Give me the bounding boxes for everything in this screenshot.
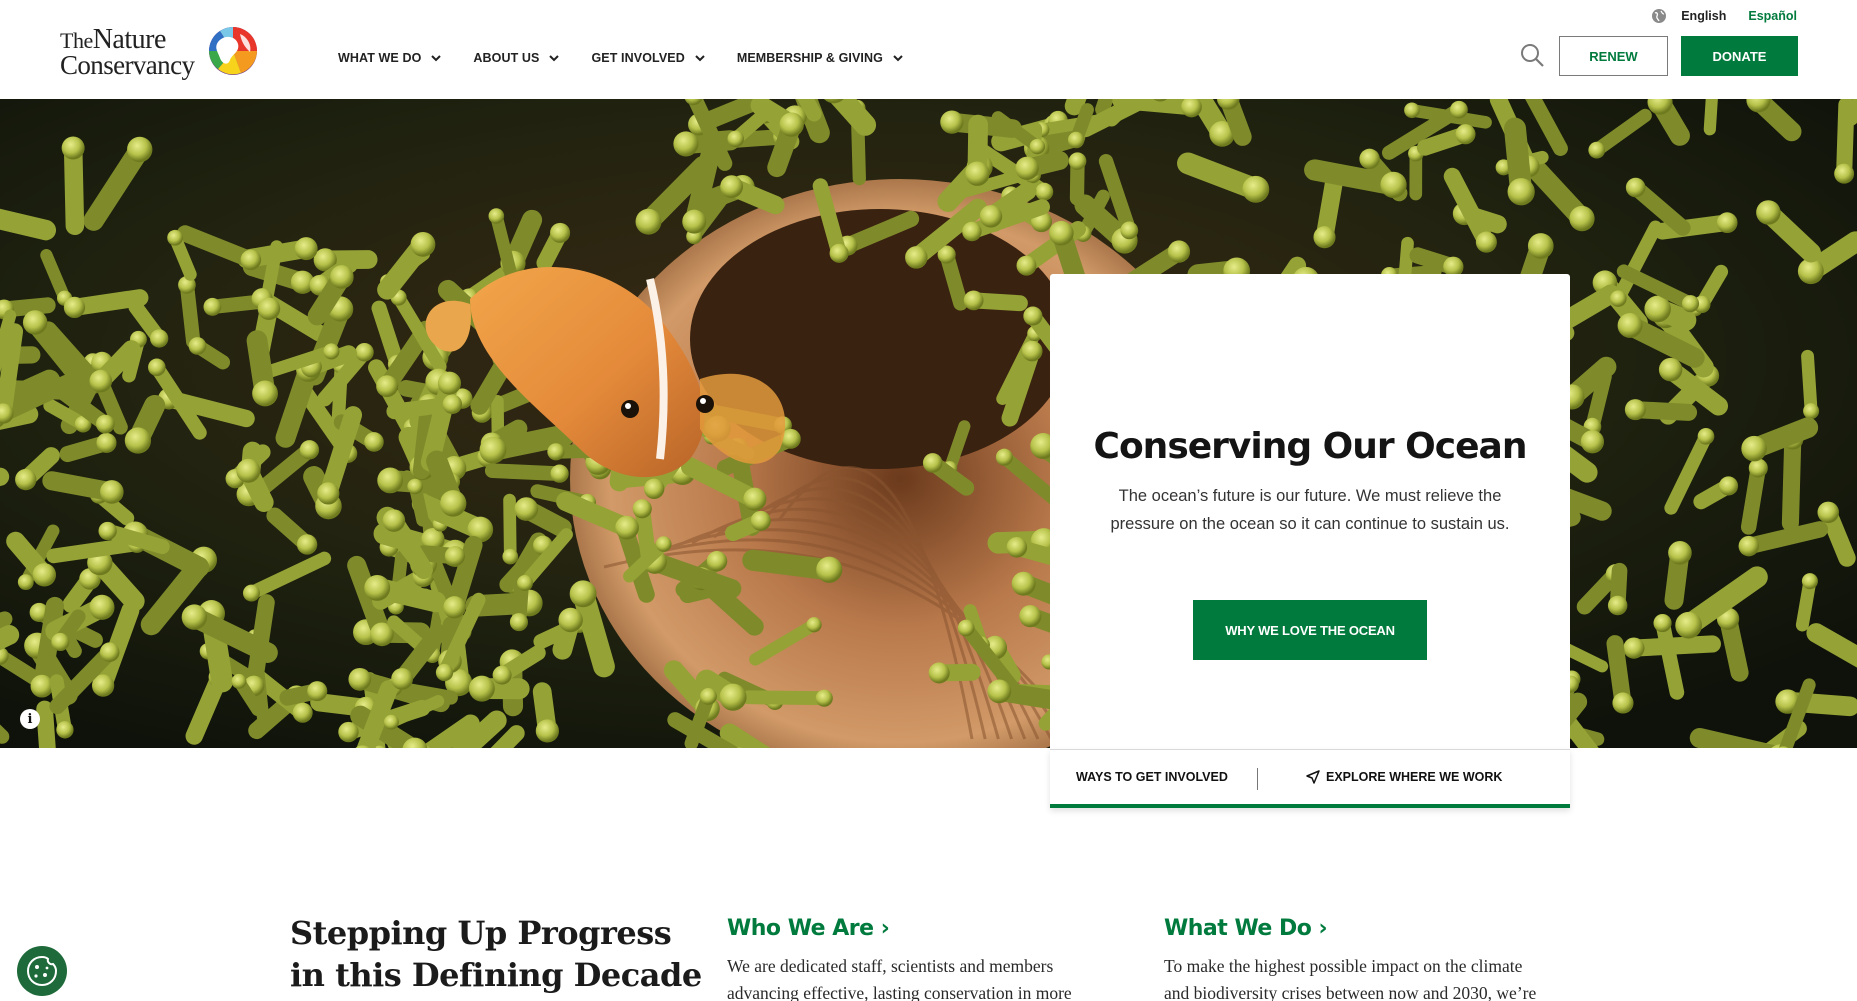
nav-what-we-do[interactable]: WHAT WE DO — [338, 48, 443, 68]
renew-button[interactable]: RENEW — [1559, 36, 1668, 76]
chevron-down-icon — [893, 55, 903, 62]
footer-divider — [1257, 768, 1258, 790]
main-nav: WHAT WE DO ABOUT US GET INVOLVED MEMBERS… — [338, 48, 935, 68]
nav-label: ABOUT US — [473, 51, 540, 65]
site-header: TheNature Conservancy WHAT WE DO ABOUT U… — [0, 0, 1857, 99]
what-we-do-column: What We Do › To make the highest possibl… — [1164, 916, 1584, 1001]
logo-conservancy: Conservancy — [60, 49, 195, 80]
who-we-are-text-line2: advancing effective, lasting conservatio… — [727, 983, 1072, 1001]
globe-icon — [1652, 9, 1667, 23]
what-we-do-text-line2: and biodiversity crises between now and … — [1164, 983, 1537, 1001]
cookie-icon — [26, 955, 58, 987]
nav-membership-giving[interactable]: MEMBERSHIP & GIVING — [737, 48, 905, 68]
explore-where-we-work-link[interactable]: EXPLORE WHERE WE WORK — [1306, 770, 1502, 784]
donate-button[interactable]: DONATE — [1681, 36, 1798, 76]
image-info-icon[interactable]: i — [20, 709, 40, 729]
what-we-do-link[interactable]: What We Do › — [1164, 916, 1584, 941]
language-english[interactable]: English — [1681, 9, 1726, 23]
why-we-love-ocean-button[interactable]: WHY WE LOVE THE OCEAN — [1193, 600, 1427, 660]
logo-globe-icon — [209, 27, 257, 75]
section-title: Stepping Up Progress in this Defining De… — [290, 912, 702, 996]
hero-card: Conserving Our Ocean The ocean’s future … — [1050, 274, 1570, 749]
chevron-down-icon — [695, 55, 705, 62]
hero-card-footer: WAYS TO GET INVOLVED EXPLORE WHERE WE WO… — [1050, 749, 1570, 808]
language-espanol[interactable]: Español — [1748, 9, 1797, 23]
nav-label: GET INVOLVED — [591, 51, 685, 65]
nav-about-us[interactable]: ABOUT US — [473, 48, 561, 68]
who-we-are-text-line1: We are dedicated staff, scientists and m… — [727, 956, 1054, 976]
section-title-line2: in this Defining Decade — [290, 956, 702, 994]
language-switcher: English Español — [1651, 8, 1797, 24]
what-we-do-text-line1: To make the highest possible impact on t… — [1164, 956, 1523, 976]
who-we-are-link[interactable]: Who We Are › — [727, 916, 1107, 941]
ways-to-get-involved-link[interactable]: WAYS TO GET INVOLVED — [1076, 770, 1228, 784]
site-logo[interactable]: TheNature Conservancy — [60, 22, 260, 82]
search-icon[interactable] — [1519, 42, 1545, 68]
hero-image — [0, 99, 1857, 748]
who-we-are-column: Who We Are › We are dedicated staff, sci… — [727, 916, 1107, 1001]
logo-wordmark: TheNature Conservancy — [60, 25, 195, 80]
nav-label: WHAT WE DO — [338, 51, 422, 65]
chevron-down-icon — [431, 55, 442, 62]
explore-where-we-work-label: EXPLORE WHERE WE WORK — [1326, 770, 1503, 784]
what-we-do-text: To make the highest possible impact on t… — [1164, 953, 1584, 1001]
ways-to-get-involved-label: WAYS TO GET INVOLVED — [1076, 770, 1228, 784]
who-we-are-text: We are dedicated staff, scientists and m… — [727, 953, 1107, 1001]
hero-title: Conserving Our Ocean — [1093, 426, 1528, 467]
chevron-down-icon — [549, 55, 560, 62]
hero-description: The ocean’s future is our future. We mus… — [1110, 487, 1510, 533]
location-arrow-icon — [1306, 770, 1320, 784]
nav-label: MEMBERSHIP & GIVING — [736, 51, 883, 65]
logo-the: The — [60, 27, 93, 53]
hero-banner — [0, 99, 1857, 748]
cookie-settings-button[interactable] — [17, 946, 67, 996]
section-title-line1: Stepping Up Progress — [290, 914, 672, 952]
nav-get-involved[interactable]: GET INVOLVED — [591, 48, 706, 68]
